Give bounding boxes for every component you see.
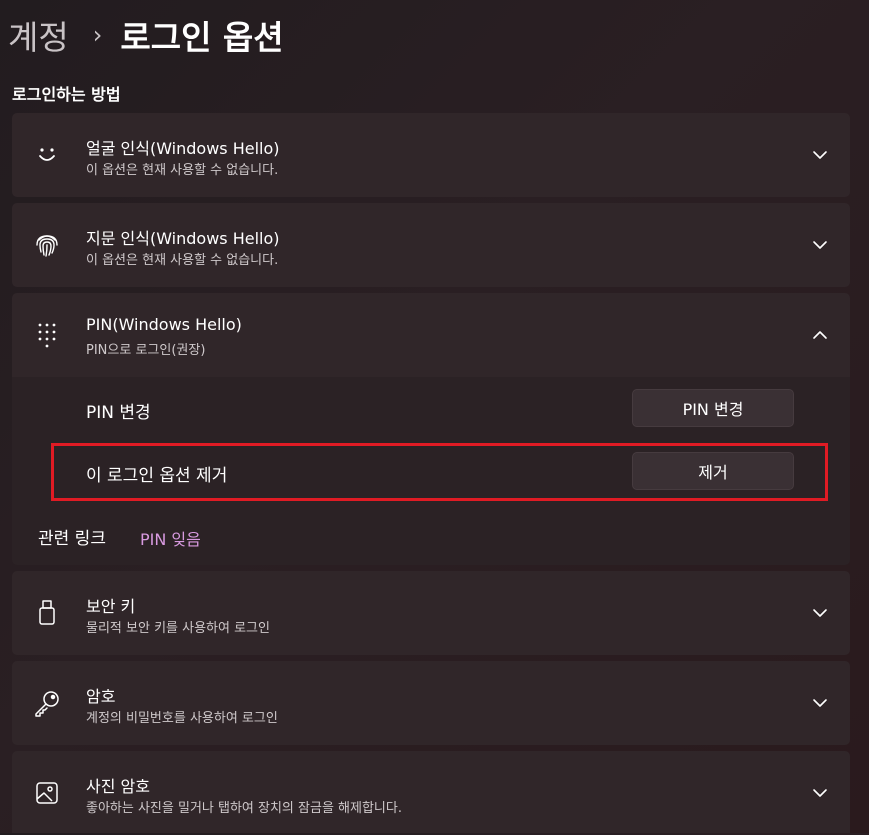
option-card-fingerprint[interactable]: 지문 인식(Windows Hello) 이 옵션은 현재 사용할 수 없습니다… xyxy=(12,203,850,287)
related-links-label: 관련 링크 xyxy=(38,529,106,549)
breadcrumb-parent[interactable]: 계정 xyxy=(8,11,69,59)
forgot-pin-link[interactable]: PIN 잊음 xyxy=(140,526,201,550)
option-row-face[interactable]: 얼굴 인식(Windows Hello) 이 옵션은 현재 사용할 수 없습니다… xyxy=(12,113,850,197)
breadcrumb: 계정 › 로그인 옵션 xyxy=(8,8,284,62)
option-card-password[interactable]: 암호 계정의 비밀번호를 사용하여 로그인 xyxy=(12,661,850,745)
option-title: 암호 xyxy=(86,687,116,706)
option-row-pin[interactable]: PIN(Windows Hello) PIN으로 로그인(권장) xyxy=(12,293,850,377)
option-row-security-key[interactable]: 보안 키 물리적 보안 키를 사용하여 로그인 xyxy=(12,571,850,655)
option-title: 얼굴 인식(Windows Hello) xyxy=(86,139,280,158)
option-card-face[interactable]: 얼굴 인식(Windows Hello) 이 옵션은 현재 사용할 수 없습니다… xyxy=(12,113,850,197)
page-title: 로그인 옵션 xyxy=(120,18,284,57)
key-icon xyxy=(32,685,62,721)
option-subtitle: 계정의 비밀번호를 사용하여 로그인 xyxy=(86,711,278,726)
option-card-pin[interactable]: PIN(Windows Hello) PIN으로 로그인(권장) xyxy=(12,293,850,378)
option-subtitle: PIN으로 로그인(권장) xyxy=(86,343,206,358)
option-subtitle: 이 옵션은 현재 사용할 수 없습니다. xyxy=(86,163,279,178)
breadcrumb-separator: › xyxy=(92,21,103,49)
chevron-down-icon[interactable] xyxy=(808,781,832,805)
option-title: 보안 키 xyxy=(86,597,136,616)
change-pin-label: PIN 변경 xyxy=(86,403,151,423)
option-card-picture-password[interactable]: 사진 암호 좋아하는 사진을 밀거나 탭하여 장치의 잠금을 해제합니다. xyxy=(12,751,850,833)
section-title: 로그인하는 방법 xyxy=(12,85,121,104)
option-subtitle: 좋아하는 사진을 밀거나 탭하여 장치의 잠금을 해제합니다. xyxy=(86,801,402,816)
chevron-down-icon[interactable] xyxy=(808,143,832,167)
option-card-security-key[interactable]: 보안 키 물리적 보안 키를 사용하여 로그인 xyxy=(12,571,850,655)
fingerprint-icon xyxy=(32,227,62,263)
picture-icon xyxy=(32,775,62,811)
option-row-picture-password[interactable]: 사진 암호 좋아하는 사진을 밀거나 탭하여 장치의 잠금을 해제합니다. xyxy=(12,751,850,835)
option-title: 지문 인식(Windows Hello) xyxy=(86,229,280,248)
usb-key-icon xyxy=(32,595,62,631)
option-row-password[interactable]: 암호 계정의 비밀번호를 사용하여 로그인 xyxy=(12,661,850,745)
chevron-up-icon[interactable] xyxy=(808,323,832,347)
option-title: 사진 암호 xyxy=(86,777,150,796)
pin-keypad-icon xyxy=(32,317,62,353)
option-row-fingerprint[interactable]: 지문 인식(Windows Hello) 이 옵션은 현재 사용할 수 없습니다… xyxy=(12,203,850,287)
highlight-box xyxy=(51,443,828,501)
face-smile-icon xyxy=(32,137,62,173)
option-subtitle: 물리적 보안 키를 사용하여 로그인 xyxy=(86,621,270,636)
option-subtitle: 이 옵션은 현재 사용할 수 없습니다. xyxy=(86,253,279,268)
change-pin-button[interactable]: PIN 변경 xyxy=(632,389,794,427)
option-title: PIN(Windows Hello) xyxy=(86,315,242,334)
chevron-down-icon[interactable] xyxy=(808,233,832,257)
chevron-down-icon[interactable] xyxy=(808,691,832,715)
chevron-down-icon[interactable] xyxy=(808,601,832,625)
